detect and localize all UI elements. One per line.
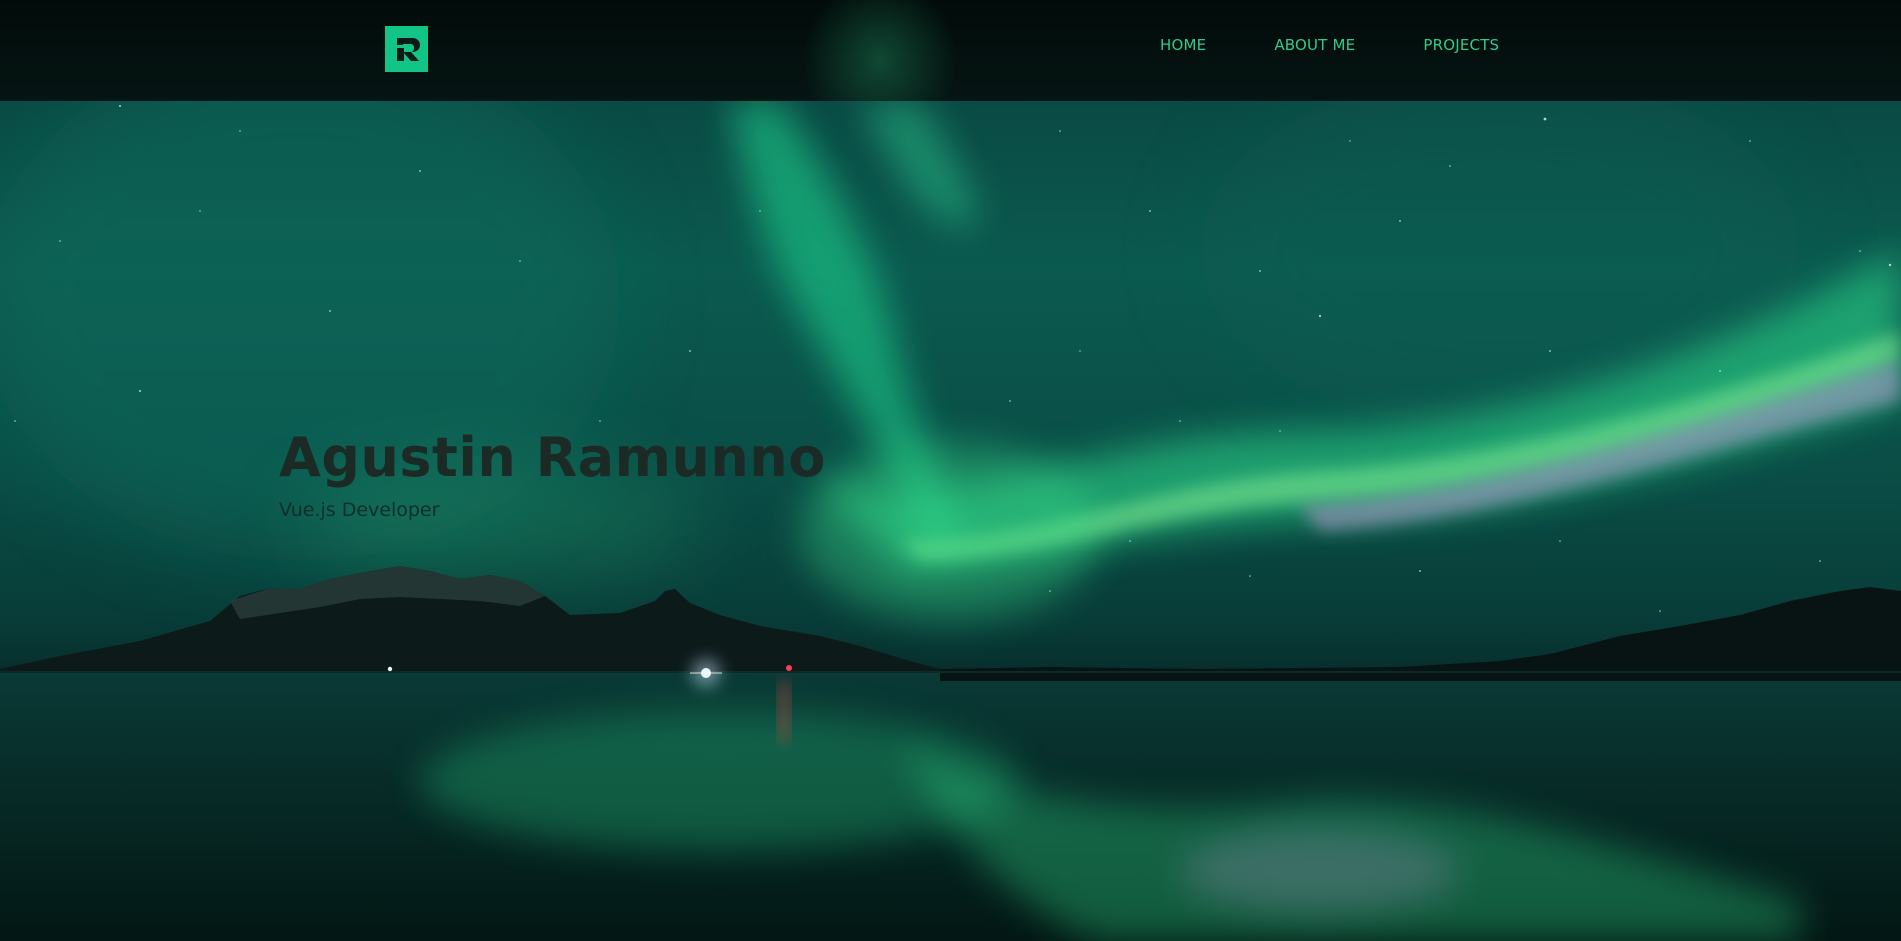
hero-section: Agustin Ramunno Vue.js Developer [0, 101, 1901, 941]
nav-link-home[interactable]: HOME [1160, 36, 1206, 54]
logo-link[interactable] [385, 26, 428, 72]
hero-subtitle: Vue.js Developer [279, 499, 440, 521]
nav-link-about-me[interactable]: ABOUT ME [1274, 36, 1355, 54]
page: HOME ABOUT ME PROJECTS Agustin Ramunno V… [0, 0, 1901, 941]
r-logo-icon [396, 38, 420, 61]
navbar: HOME ABOUT ME PROJECTS [0, 0, 1901, 101]
aurora-background-image [0, 101, 1901, 941]
nav-link-projects[interactable]: PROJECTS [1423, 36, 1499, 54]
main-nav: HOME ABOUT ME PROJECTS [1160, 36, 1499, 54]
hero-title: Agustin Ramunno [279, 426, 826, 489]
hero-text: Agustin Ramunno Vue.js Developer [279, 426, 826, 521]
